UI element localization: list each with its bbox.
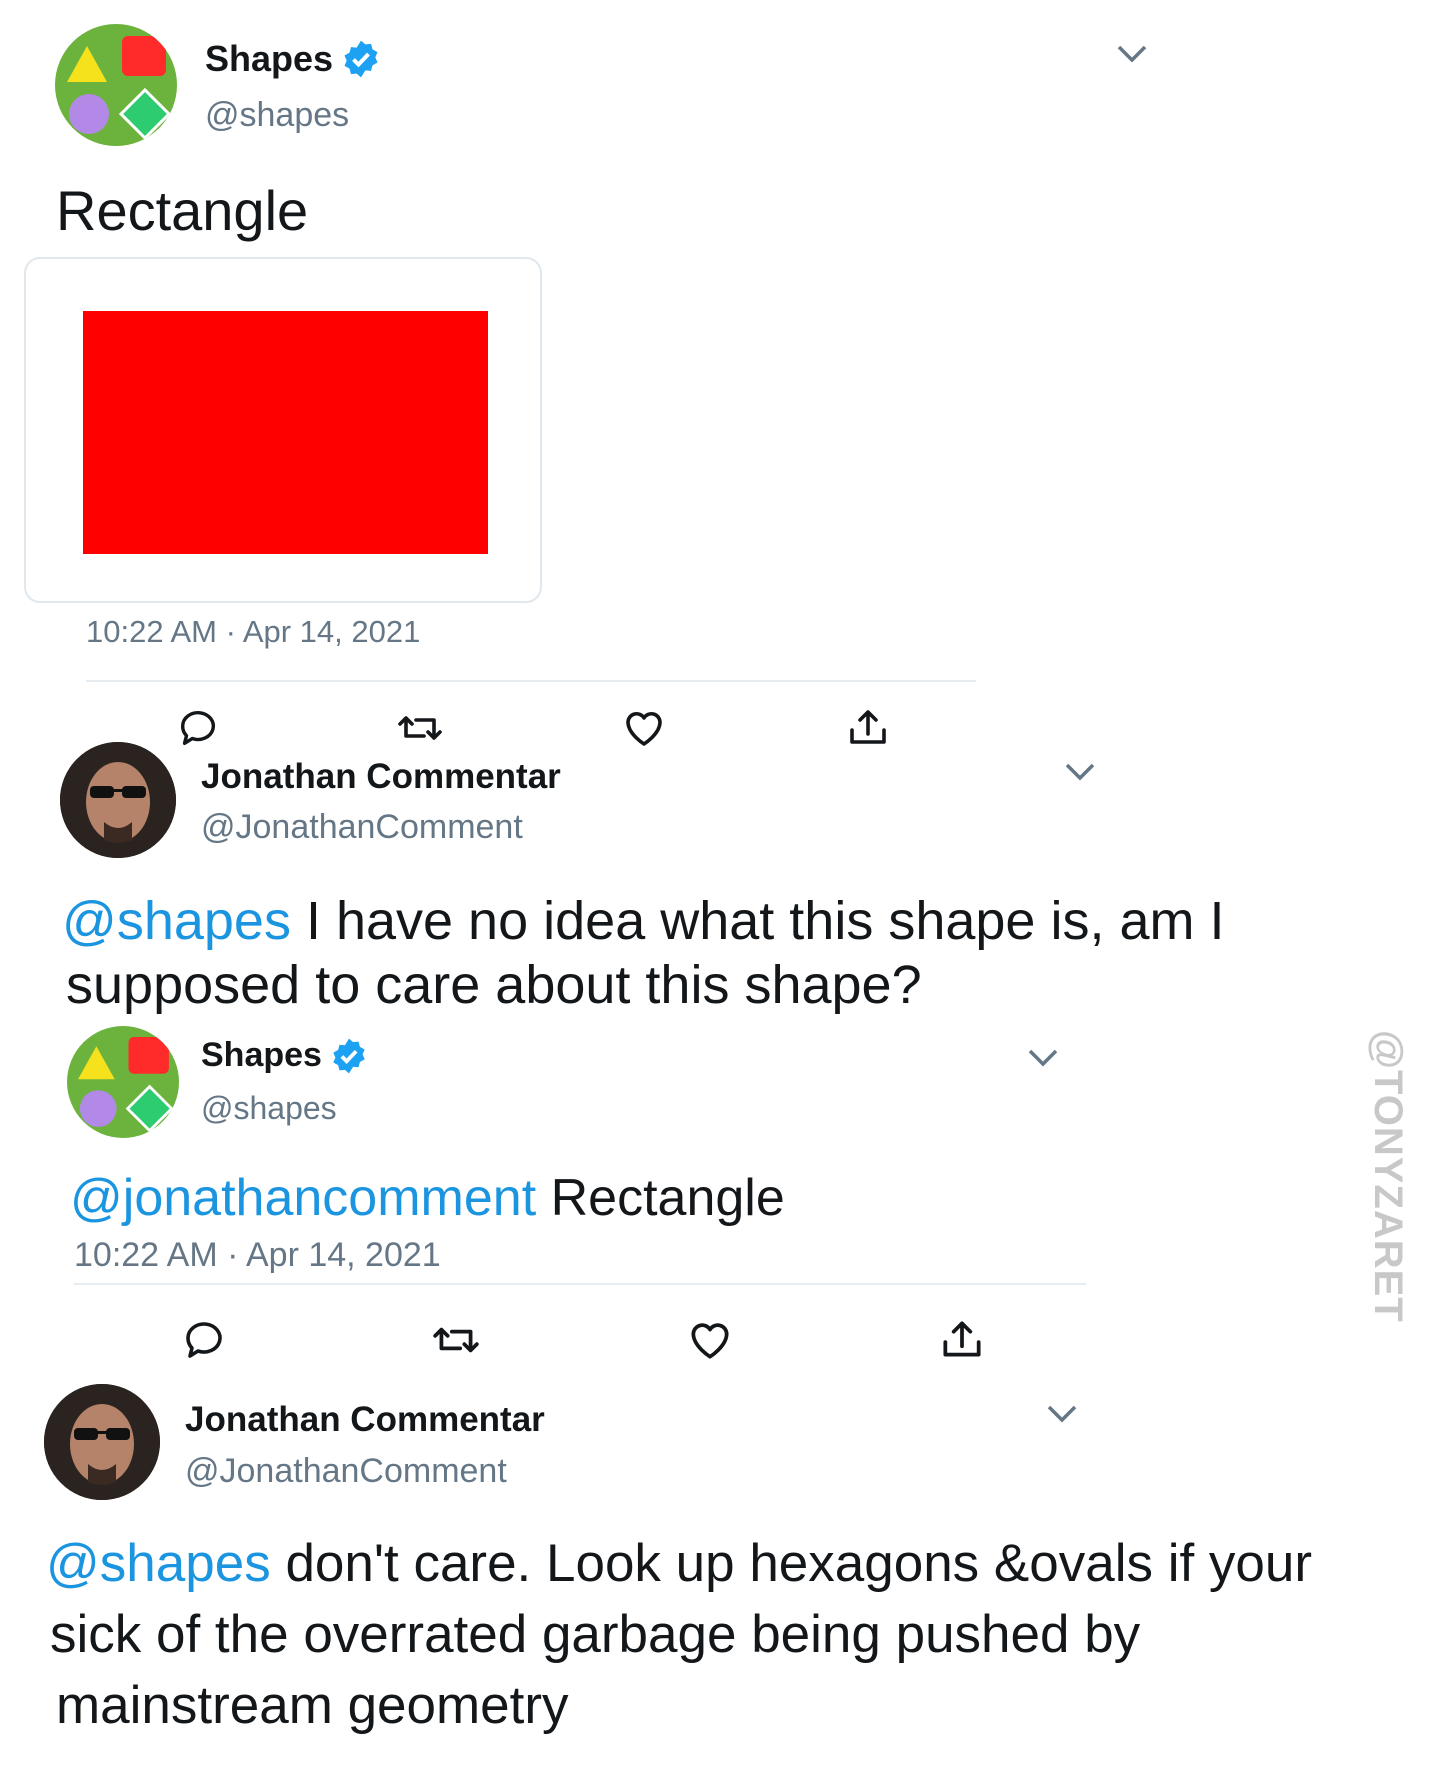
retweet-icon	[398, 716, 442, 740]
retweet-icon	[433, 1327, 479, 1353]
jonathan-face-image	[44, 1384, 160, 1500]
divider	[74, 1283, 1086, 1285]
jonathan-face-image	[60, 742, 176, 858]
reply2-more-chevron-icon[interactable]	[1023, 1038, 1063, 1078]
jonathan-avatar[interactable]	[44, 1384, 160, 1500]
mention-link[interactable]: @shapes	[46, 1534, 271, 1593]
share-button[interactable]	[840, 700, 896, 756]
reply3-text-line3: mainstream geometry	[56, 1676, 569, 1735]
reply3-author-name[interactable]: Jonathan Commentar	[185, 1400, 545, 1440]
heart-icon	[691, 1323, 729, 1359]
reply3-text-line1: @shapes don't care. Look up hexagons &ov…	[46, 1534, 1313, 1593]
share-button[interactable]	[934, 1312, 990, 1368]
reply-button[interactable]	[176, 1312, 232, 1368]
reply1-author-name[interactable]: Jonathan Commentar	[201, 757, 561, 797]
mention-link[interactable]: @jonathancomment	[70, 1169, 536, 1227]
reply3-text-line2: sick of the overrated garbage being push…	[50, 1605, 1141, 1664]
reply-button[interactable]	[170, 700, 226, 756]
reply1-author-handle[interactable]: @JonathanComment	[201, 808, 523, 847]
reply2-timestamp[interactable]: 10:22 AM · Apr 14, 2021	[74, 1236, 441, 1275]
reply1-text-line1: @shapes I have no idea what this shape i…	[62, 891, 1225, 951]
tweet1-timestamp[interactable]: 10:22 AM · Apr 14, 2021	[86, 614, 420, 650]
shapes-logo-icon	[78, 1037, 174, 1133]
jonathan-avatar[interactable]	[60, 742, 176, 858]
reply-icon	[186, 1322, 222, 1358]
reply2-author-handle[interactable]: @shapes	[201, 1090, 337, 1127]
retweet-button[interactable]	[392, 700, 448, 756]
share-icon	[850, 710, 886, 744]
tweet1-author-handle[interactable]: @shapes	[205, 96, 349, 135]
reply3-author-handle[interactable]: @JonathanComment	[185, 1452, 507, 1491]
verified-badge-icon	[344, 40, 378, 78]
like-button[interactable]	[616, 700, 672, 756]
tweet1-more-chevron-icon[interactable]	[1112, 34, 1152, 74]
reply2-text: @jonathancomment Rectangle	[70, 1169, 785, 1227]
retweet-button[interactable]	[428, 1312, 484, 1368]
tweet1-media-card[interactable]	[24, 257, 542, 603]
divider	[86, 680, 976, 682]
shapes-avatar[interactable]	[55, 24, 177, 146]
reply2-author-name[interactable]: Shapes	[201, 1036, 368, 1075]
tweet1-author-name[interactable]: Shapes	[205, 38, 381, 80]
reply3-more-chevron-icon[interactable]	[1042, 1394, 1082, 1434]
tweet1-text: Rectangle	[56, 179, 309, 242]
like-button[interactable]	[682, 1312, 738, 1368]
share-icon	[943, 1321, 981, 1357]
red-rectangle-image	[83, 311, 488, 554]
reply1-text-line2: supposed to care about this shape?	[66, 955, 922, 1015]
reply1-more-chevron-icon[interactable]	[1060, 752, 1100, 792]
verified-badge-icon	[333, 1038, 365, 1073]
mention-link[interactable]: @shapes	[62, 891, 291, 951]
shapes-avatar[interactable]	[67, 1026, 179, 1138]
heart-icon	[626, 711, 662, 746]
shapes-logo-icon	[67, 36, 172, 141]
watermark-text: @TONYZARET	[1366, 1030, 1410, 1323]
reply-icon	[180, 711, 216, 746]
